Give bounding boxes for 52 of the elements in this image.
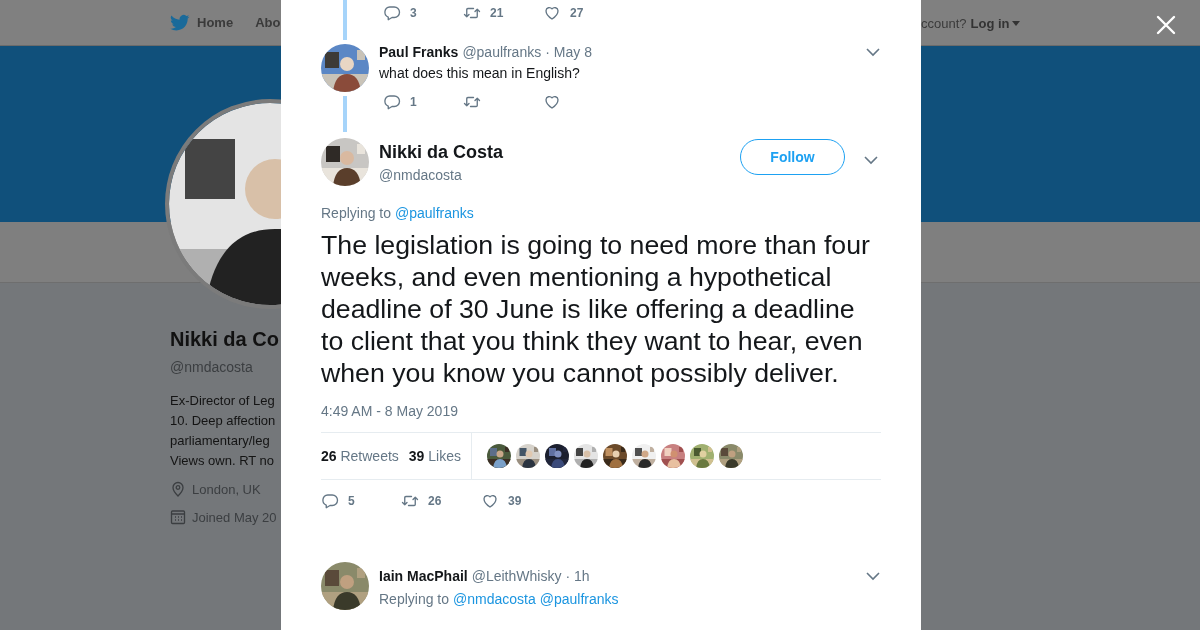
account-prompt: ccount? [921,16,967,31]
tweet-text: The legislation is going to need more than four weeks, and even mentioning a hypothetical deadline of 30 June is like offering a deadline to client that you think they want to hear, even when you know you cannot possibly deliver. [321,229,871,389]
follow-button[interactable]: Follow [740,139,845,175]
retweet-button[interactable]: 21 [463,2,543,24]
bird-icon [170,14,190,31]
speech-bubble-icon [383,93,401,111]
caret-icon [1011,21,1020,26]
speech-bubble-icon [383,4,401,22]
separator-dot: · [545,44,550,60]
bio-line: 10. Deep affection [170,412,276,430]
close-icon [1154,13,1178,37]
calendar-icon [170,509,186,525]
login-link[interactable]: Log in [970,16,1020,31]
like-button[interactable]: 27 [543,2,623,24]
tweet-timestamp[interactable]: 4:49 AM - 8 May 2019 [321,403,881,419]
mention-link[interactable]: @paulfranks [395,205,474,221]
stat-link[interactable]: 26 Retweets [321,448,399,464]
user-name[interactable]: Nikki da Costa [379,141,740,163]
bio-line: Views own. RT no [170,452,275,470]
retweet-button[interactable]: 26 [401,490,481,512]
profile-name: Nikki da Co [170,328,280,351]
location-text: London, UK [192,481,261,497]
reply-button[interactable]: 5 [321,490,401,512]
nav-link[interactable]: Abo [255,15,281,30]
mention-link[interactable]: @nmdacosta [453,591,536,607]
heart-icon [543,93,561,111]
heart-icon [543,4,561,22]
user-handle[interactable]: @LeithWhisky [471,568,562,584]
location-pin-icon [170,481,186,497]
user-name[interactable]: Paul Franks [379,44,459,60]
tweet-time[interactable]: May 8 [553,44,592,60]
close-button[interactable] [1154,13,1178,37]
replying-label: Replying to [379,591,450,607]
profile-handle[interactable]: @nmdacosta [170,359,253,375]
tweet-time[interactable]: 1h [574,568,590,584]
bio-line: parliamentary/leg [170,432,270,450]
user-handle[interactable]: @nmdacosta [379,166,740,183]
reply-button[interactable]: 1 [383,91,463,113]
stat-link[interactable]: 39 Likes [408,448,461,464]
user-handle[interactable]: @paulfranks [462,44,542,60]
like-button[interactable]: 39 [481,490,561,512]
speech-bubble-icon [321,492,339,510]
replying-label: Replying to [321,205,392,221]
bio-line: Ex-Director of Leg [170,392,275,410]
nav-link[interactable]: Home [170,14,234,31]
separator-dot: · [565,568,571,584]
mention-link[interactable]: @paulfranks [539,591,619,607]
tweet-text: what does this mean in English? [379,65,581,81]
joined-text: Joined May 20 [192,509,277,525]
reply-button[interactable]: 3 [383,2,463,24]
heart-icon [481,492,499,510]
user-name[interactable]: Iain MacPhail [379,568,468,584]
